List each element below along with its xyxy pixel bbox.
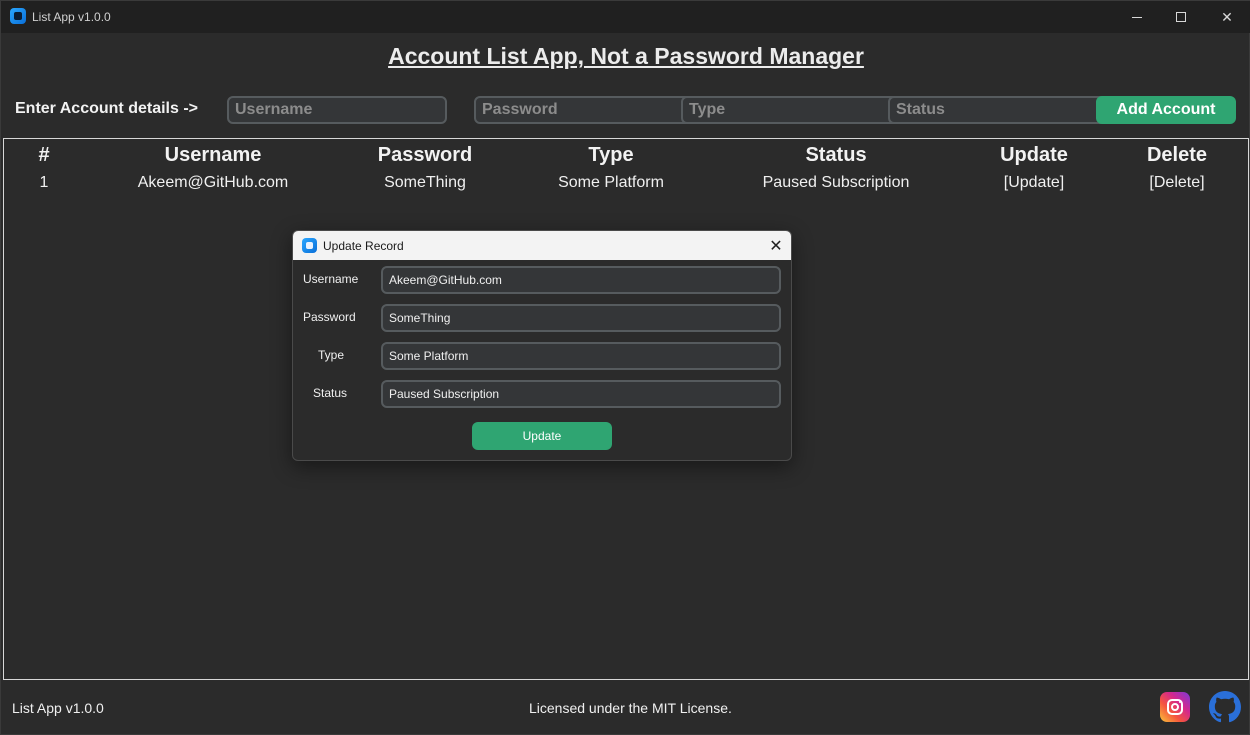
update-record-dialog: Update Record ✕ Username Password Type S…: [292, 230, 792, 461]
row-status: Paused Subscription: [762, 174, 910, 191]
entry-label: Enter Account details ->: [15, 100, 198, 117]
minimize-button[interactable]: [1114, 1, 1160, 33]
column-header-update: Update: [1000, 144, 1068, 166]
add-account-button[interactable]: Add Account: [1096, 96, 1236, 124]
close-button[interactable]: ✕: [1204, 1, 1250, 33]
password-input[interactable]: [474, 96, 694, 124]
column-header-number: #: [38, 144, 50, 166]
column-header-status: Status: [805, 144, 867, 166]
dialog-label-password: Password: [303, 310, 356, 324]
dialog-label-type: Type: [318, 348, 345, 362]
dialog-username-field[interactable]: [381, 266, 781, 294]
window-title: List App v1.0.0: [32, 10, 111, 24]
close-icon: ✕: [1221, 8, 1233, 25]
status-input[interactable]: [888, 96, 1108, 124]
instagram-icon[interactable]: [1160, 692, 1190, 722]
column-header-password: Password: [377, 144, 473, 166]
dialog-app-icon: [302, 238, 317, 253]
app-window: List App v1.0.0 ✕ Account List App, Not …: [0, 0, 1250, 735]
dialog-password-field[interactable]: [381, 304, 781, 332]
maximize-button[interactable]: [1158, 1, 1204, 33]
maximize-icon: [1176, 12, 1186, 22]
title-bar[interactable]: List App v1.0.0 ✕: [1, 1, 1250, 33]
column-header-delete: Delete: [1146, 144, 1208, 166]
close-icon: ✕: [769, 237, 783, 255]
dialog-status-field[interactable]: [381, 380, 781, 408]
page-title: Account List App, Not a Password Manager: [388, 43, 864, 69]
username-input[interactable]: [227, 96, 447, 124]
row-type: Some Platform: [558, 174, 664, 191]
row-delete-link[interactable]: [Delete]: [1149, 174, 1204, 192]
dialog-label-status: Status: [313, 386, 348, 400]
dialog-label-username: Username: [303, 272, 359, 286]
footer-version: List App v1.0.0: [12, 700, 104, 716]
row-number: 1: [39, 174, 49, 191]
dialog-type-field[interactable]: [381, 342, 781, 370]
github-icon[interactable]: [1209, 691, 1241, 723]
dialog-title: Update Record: [323, 239, 404, 253]
type-input[interactable]: [681, 96, 901, 124]
footer-license: Licensed under the MIT License.: [529, 700, 732, 716]
dialog-update-button[interactable]: Update: [472, 422, 612, 450]
column-header-username: Username: [164, 144, 262, 166]
dialog-close-button[interactable]: ✕: [761, 231, 791, 260]
row-username: Akeem@GitHub.com: [137, 174, 289, 191]
dialog-title-bar[interactable]: Update Record ✕: [293, 231, 791, 260]
app-icon: [10, 8, 26, 24]
row-password: SomeThing: [384, 174, 466, 191]
column-header-type: Type: [588, 144, 634, 166]
minimize-icon: [1132, 16, 1142, 18]
row-update-link[interactable]: [Update]: [1004, 174, 1064, 192]
